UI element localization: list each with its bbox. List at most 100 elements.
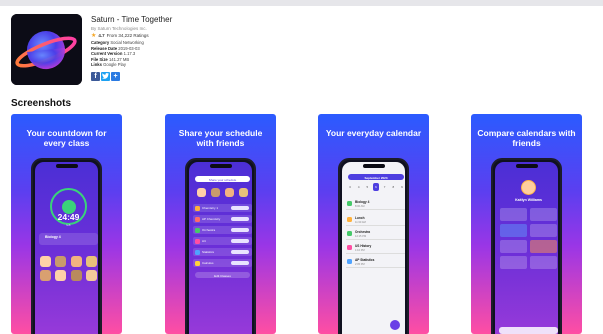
rating-count: From 34,222 Ratings (106, 33, 149, 38)
rating-row: ★ 4.7 From 34,222 Ratings (91, 32, 291, 40)
share-schedule-label: Share your schedule (208, 177, 237, 182)
class-icon (195, 249, 200, 255)
screenshot-card-share-schedule[interactable]: Share your schedule with friends Share y… (165, 114, 276, 334)
meta-links: Links Google Play (91, 62, 291, 68)
screenshot-card-calendar[interactable]: Your everyday calendar September 2023 3 … (318, 114, 429, 334)
month-label: September 2023 (364, 175, 388, 180)
top-bar (0, 0, 603, 6)
screenshot-caption: Your everyday calendar (325, 128, 422, 138)
star-icon: ★ (91, 33, 97, 39)
class-icon (195, 216, 200, 222)
event-time: 2:05 PM (355, 262, 365, 266)
day-cell[interactable]: 4 (356, 183, 362, 191)
month-selector[interactable]: September 2023 (348, 174, 404, 180)
class-icon (195, 205, 200, 211)
avatar (238, 188, 248, 197)
calendar-event[interactable]: Lunch 11:30 AM (346, 214, 405, 226)
current-class-name: Biology 4 (45, 235, 61, 239)
phone-screen: 24:49 left Biology 4 (35, 162, 98, 334)
day-cell[interactable]: 9 (399, 183, 405, 191)
avatar (211, 188, 221, 197)
saturn-planet-icon (11, 14, 82, 85)
meta-label: Release Date (91, 45, 118, 51)
screenshots-heading: Screenshots (11, 98, 72, 109)
event-time: 1:10 PM (355, 248, 365, 252)
time-pill (231, 261, 249, 265)
avatar (86, 256, 98, 267)
friends-grid (39, 256, 98, 281)
meta-label: Current Version (91, 51, 123, 57)
event-time: 12:15 PM (355, 234, 367, 238)
screenshot-gallery: Your countdown for every class 24:49 lef… (0, 114, 603, 334)
event-name: AP Statistics (355, 258, 375, 262)
compare-cell (530, 256, 557, 269)
list-item: Art (193, 237, 252, 245)
avatar (224, 188, 234, 197)
google-play-link[interactable]: Google Play (103, 62, 126, 67)
screenshot-caption: Your countdown for every class (26, 128, 107, 148)
meta-label: Links (91, 62, 102, 68)
avatar (55, 256, 67, 267)
edit-classes-button[interactable]: Edit Classes (195, 272, 250, 278)
time-pill (231, 239, 249, 243)
day-cell-selected[interactable]: 6 (372, 183, 379, 191)
compare-cell (500, 224, 527, 237)
compare-cell (530, 240, 557, 253)
list-item: AP Chemistry (193, 215, 252, 223)
screenshot-card-countdown[interactable]: Your countdown for every class 24:49 lef… (11, 114, 122, 334)
calendar-event[interactable]: AP Statistics 2:05 PM (346, 256, 405, 268)
calendar-event[interactable]: Orchestra 12:15 PM (346, 228, 405, 240)
meta-value: 1.17.3 (123, 51, 136, 57)
event-name: Biology 4 (355, 200, 370, 204)
avatar (70, 270, 82, 281)
phone-notch (209, 164, 232, 168)
class-icon (195, 227, 200, 233)
phone-notch (362, 164, 385, 168)
screenshot-card-compare-calendars[interactable]: Compare calendars with friends Kaitlyn W… (471, 114, 582, 334)
time-pill (231, 228, 249, 232)
calendar-event[interactable]: Biology 4 8:00 AM (346, 198, 405, 210)
day-cell[interactable]: 5 (364, 183, 370, 191)
friend-name: Kaitlyn Williams (515, 198, 542, 202)
time-pill (231, 217, 249, 221)
avatar (197, 188, 207, 197)
calendar-event[interactable]: US History 1:10 PM (346, 242, 405, 254)
day-cell[interactable]: 7 (382, 183, 388, 191)
phone-mockup: Kaitlyn Williams (491, 158, 562, 334)
avatar (86, 270, 98, 281)
meta-label: File Size (91, 56, 108, 62)
event-name: Orchestra (355, 230, 371, 234)
developer-link[interactable]: By Saturn Technologies Inc. (91, 25, 291, 32)
list-item-label: Statistics (202, 250, 215, 254)
facebook-icon[interactable]: f (91, 71, 100, 81)
list-item-label: Art (202, 239, 206, 243)
event-name: Lunch (355, 216, 365, 220)
add-event-button[interactable] (390, 320, 400, 330)
avatar (55, 270, 67, 281)
meta-value: Social Networking (110, 40, 144, 45)
friend-avatars (195, 188, 250, 197)
event-time: 11:30 AM (355, 220, 366, 224)
event-icon (347, 217, 352, 222)
compare-cell (500, 208, 527, 221)
event-icon (347, 259, 352, 264)
share-schedule-button[interactable]: Share your schedule (195, 176, 250, 182)
meta-value: 141.27 MB (108, 56, 130, 62)
app-info: Saturn - Time Together By Saturn Technol… (91, 15, 291, 81)
day-cell[interactable]: 8 (390, 183, 396, 191)
compare-cell (530, 224, 557, 237)
compare-cell (530, 208, 557, 221)
list-item: Orchestra (193, 226, 252, 234)
class-icon (195, 238, 200, 244)
phone-mockup: September 2023 3 4 5 6 7 8 9 Biology 4 8:… (338, 158, 409, 334)
avatar (39, 256, 51, 267)
event-name: US History (355, 244, 372, 248)
plus-share-icon[interactable]: + (111, 71, 120, 81)
event-icon (347, 231, 352, 236)
week-strip: 3 4 5 6 7 8 9 (347, 183, 405, 191)
message-input[interactable] (499, 327, 558, 334)
phone-mockup: 24:49 left Biology 4 (31, 158, 102, 334)
day-cell[interactable]: 3 (347, 183, 353, 191)
twitter-icon[interactable] (101, 71, 110, 81)
screenshot-caption: Share your schedule with friends (178, 128, 263, 148)
